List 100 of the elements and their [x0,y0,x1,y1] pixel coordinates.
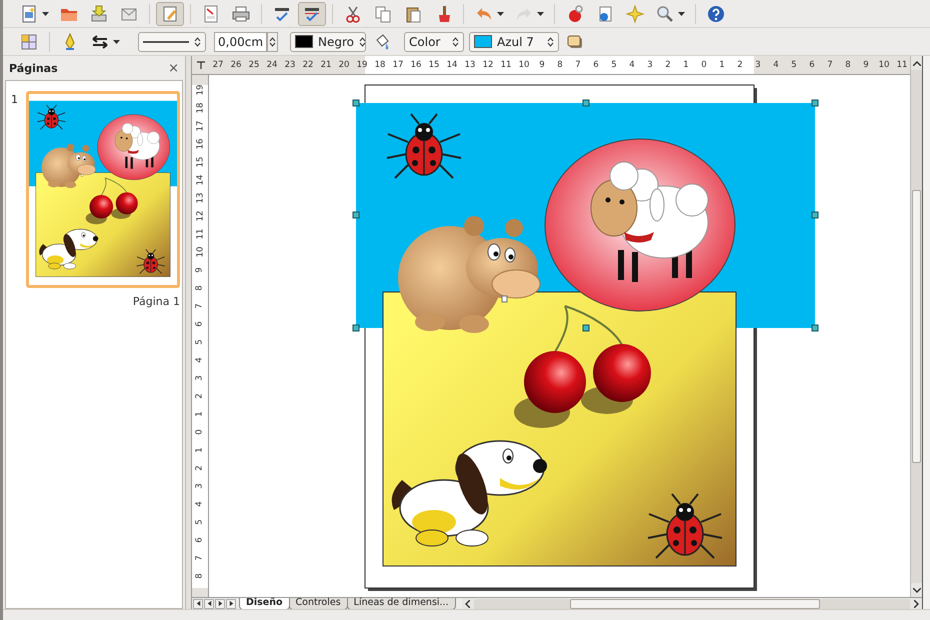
ruler-label: 5 [610,60,618,70]
ruler-label: 7 [195,555,205,561]
caret-icon [912,60,920,66]
ruler-label: 4 [195,501,205,507]
selection-handle[interactable] [352,324,360,332]
ruler-label: 2 [736,60,744,70]
grid-icon [19,32,39,52]
ruler-label: 1 [682,60,690,70]
ruler-label: 1 [718,60,726,70]
ruler-label: 4 [628,60,636,70]
line-width-spinner[interactable] [267,32,278,52]
ruler-label: 15 [195,156,205,168]
star-icon [625,4,645,24]
layer-tab[interactable]: Diseño [239,598,290,610]
ruler-label: 4 [772,60,780,70]
auto-spelling-button[interactable] [298,2,326,26]
spinner-icon [194,36,201,48]
ruler-label: 3 [195,375,205,381]
ruler-label: 5 [790,60,798,70]
caret-icon [113,40,120,44]
scrollbar-thumb[interactable] [570,598,820,608]
ruler-label: 16 [410,60,422,70]
ruler-label: 5 [195,519,205,525]
ruler-label: 0 [195,429,205,435]
ruler-label: 14 [446,60,458,70]
ruler-label: 18 [195,102,205,114]
tab-nav-button[interactable] [215,598,225,608]
ruler-label: 4 [195,357,205,363]
tab-nav-button[interactable] [193,598,203,608]
line-width-field[interactable]: 0,00cm [214,32,268,52]
ruler-label: 11 [195,228,205,240]
ruler-label: 10 [195,246,205,258]
close-button[interactable]: × [168,60,179,76]
ruler-label: 26 [230,60,242,70]
page-thumbnail[interactable] [26,91,180,288]
ruler-label: 8 [844,60,852,70]
tab-nav-button[interactable] [226,598,236,608]
scroll-left-button[interactable] [462,598,474,609]
ruler-label: 9 [538,60,546,70]
selection-handle[interactable] [582,100,590,106]
ruler-label: 8 [556,60,564,70]
area-fill-dropdown[interactable]: Azul 7 [469,32,560,52]
ruler-label: 6 [195,537,205,543]
selection-handle[interactable] [352,212,360,218]
scrollbar-thumb[interactable] [912,190,921,463]
ruler-label: 1 [195,447,205,453]
ruler-label: 9 [195,267,205,273]
tab-nav-button[interactable] [204,598,214,608]
ruler-label: 2 [195,465,205,471]
save-icon [89,4,109,24]
ruler-label: 21 [320,60,332,70]
ruler-label: 20 [338,60,350,70]
selection-handle[interactable] [352,100,360,106]
printer-icon [231,4,251,24]
ruler-label: 5 [195,339,205,345]
ruler-label: 17 [195,120,205,132]
ruler-label: 18 [374,60,386,70]
spinner-icon [452,36,460,48]
copy-icon [373,4,393,24]
ruler-label: 0 [700,60,708,70]
ruler-label: 2 [195,393,205,399]
ruler-label: 2 [664,60,672,70]
ruler-label: 8 [195,573,205,579]
spinner-icon [547,36,554,48]
spinner-icon [359,36,366,48]
ruler-label: 11 [896,60,908,70]
area-style-dropdown[interactable]: Color [404,32,464,52]
caret-icon [537,12,544,16]
scroll-right-button[interactable] [910,598,922,609]
layer-tab[interactable]: Líneas de dimensi... [346,598,456,610]
line-style-dropdown[interactable] [138,32,206,52]
layer-tab[interactable]: Controles [288,598,348,610]
help-icon [706,4,726,24]
ruler-label: 6 [195,321,205,327]
selection-handle[interactable] [812,100,818,106]
ruler-label: 25 [248,60,260,70]
edit-file-button[interactable] [156,2,184,26]
ruler-label: 3 [195,483,205,489]
selection-handle[interactable] [812,212,818,218]
ruler-label: 17 [392,60,404,70]
caret-icon [42,12,49,16]
ruler-label: 22 [302,60,314,70]
ruler-label: 12 [195,210,205,222]
ruler-label: 10 [518,60,530,70]
selection-handle[interactable] [582,324,590,332]
page-label: Página 1 [132,295,180,308]
ruler-label: 3 [646,60,654,70]
ruler-label: 27 [212,60,224,70]
ruler-label: 16 [195,138,205,150]
selection-handle[interactable] [812,324,818,332]
caret-icon [465,600,470,608]
spinner-icon [269,36,276,48]
line-color-dropdown[interactable]: Negro [290,32,366,52]
ruler-label: 7 [826,60,834,70]
ruler-label: 13 [195,192,205,204]
caret-icon [678,12,685,16]
line-preview-icon [143,38,189,44]
caret-icon [497,12,504,16]
tab-stop-icon [196,60,206,70]
ruler-label: 15 [428,60,440,70]
